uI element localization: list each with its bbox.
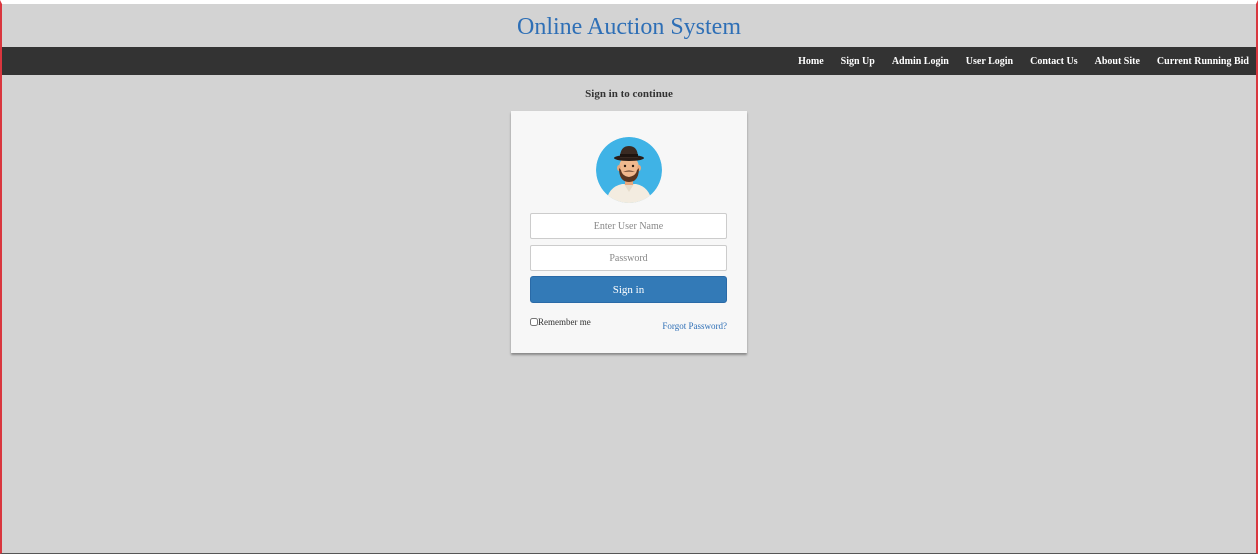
sign-in-button[interactable]: Sign in <box>530 276 727 303</box>
top-navbar: Home Sign Up Admin Login User Login Cont… <box>2 47 1256 75</box>
site-title: Online Auction System <box>517 14 741 40</box>
nav-item-admin-login[interactable]: Admin Login <box>884 56 958 67</box>
username-input[interactable] <box>530 213 727 239</box>
forgot-password-link[interactable]: Forgot Password? <box>662 321 727 331</box>
nav-item-about-site[interactable]: About Site <box>1087 56 1149 67</box>
nav-item-user-login[interactable]: User Login <box>958 56 1022 67</box>
remember-me-checkbox[interactable] <box>530 318 538 326</box>
password-input[interactable] <box>530 245 727 271</box>
user-avatar-icon <box>596 137 662 203</box>
nav-item-sign-up[interactable]: Sign Up <box>833 56 884 67</box>
nav-item-contact-us[interactable]: Contact Us <box>1022 56 1087 67</box>
nav-item-current-running-bid[interactable]: Current Running Bid <box>1149 56 1256 67</box>
login-card: Sign in Remember me Forgot Password? <box>511 111 747 353</box>
remember-me: Remember me <box>530 317 591 327</box>
nav-item-home[interactable]: Home <box>790 56 833 67</box>
remember-me-label: Remember me <box>538 317 591 327</box>
login-heading: Sign in to continue <box>585 88 673 100</box>
